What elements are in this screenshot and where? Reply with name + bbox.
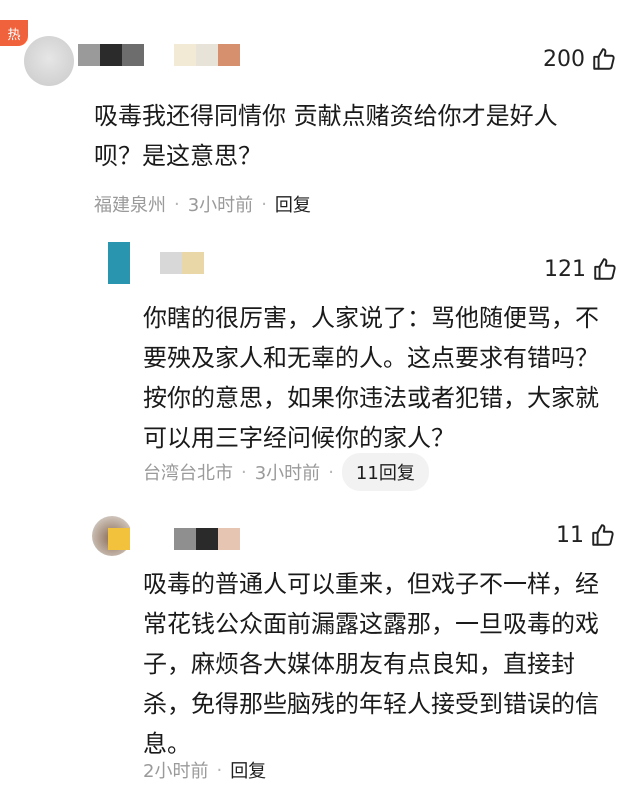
thumbs-up-icon (592, 524, 614, 546)
location: 台湾台北市 (143, 463, 233, 484)
comment-text: 吸毒的普通人可以重来，但戏子不一样，经常花钱公众面前漏露这露那，一旦吸毒的戏子，… (143, 570, 599, 758)
timestamp: 3小时前 (187, 195, 254, 216)
comment-meta: 福建泉州 · 3小时前 · 回复 (94, 191, 311, 217)
timestamp: 2小时前 (143, 761, 209, 782)
like-count: 200 (543, 46, 585, 72)
comment-text: 你瞎的很厉害，人家说了：骂他随便骂，不要殃及家人和无辜的人。这点要求有错吗？按你… (143, 304, 599, 452)
thumbs-up-icon (593, 48, 615, 70)
like-count: 121 (544, 256, 586, 282)
thumbs-up-icon (594, 258, 616, 280)
like-button[interactable]: 121 (544, 256, 618, 282)
like-button[interactable]: 11 (556, 522, 616, 548)
avatar[interactable] (24, 36, 74, 86)
username-mosaic[interactable] (108, 528, 240, 550)
comment-meta: 台湾台北市 · 3小时前 · 11回复 (143, 453, 429, 491)
timestamp: 3小时前 (254, 463, 321, 484)
like-button[interactable]: 200 (543, 46, 617, 72)
comment-text: 吸毒我还得同情你 贡献点赌资给你才是好人呗？是这意思？ (94, 102, 558, 170)
username-mosaic[interactable] (78, 44, 240, 66)
reply-button[interactable]: 回复 (230, 757, 266, 783)
username-mosaic[interactable] (92, 242, 204, 284)
hot-badge: 热 (0, 20, 28, 46)
replies-button[interactable]: 11回复 (341, 453, 429, 491)
reply-button[interactable]: 回复 (275, 191, 311, 217)
comment-meta: 2小时前 · 回复 (143, 757, 266, 783)
location: 福建泉州 (94, 195, 166, 216)
like-count: 11 (556, 522, 584, 548)
